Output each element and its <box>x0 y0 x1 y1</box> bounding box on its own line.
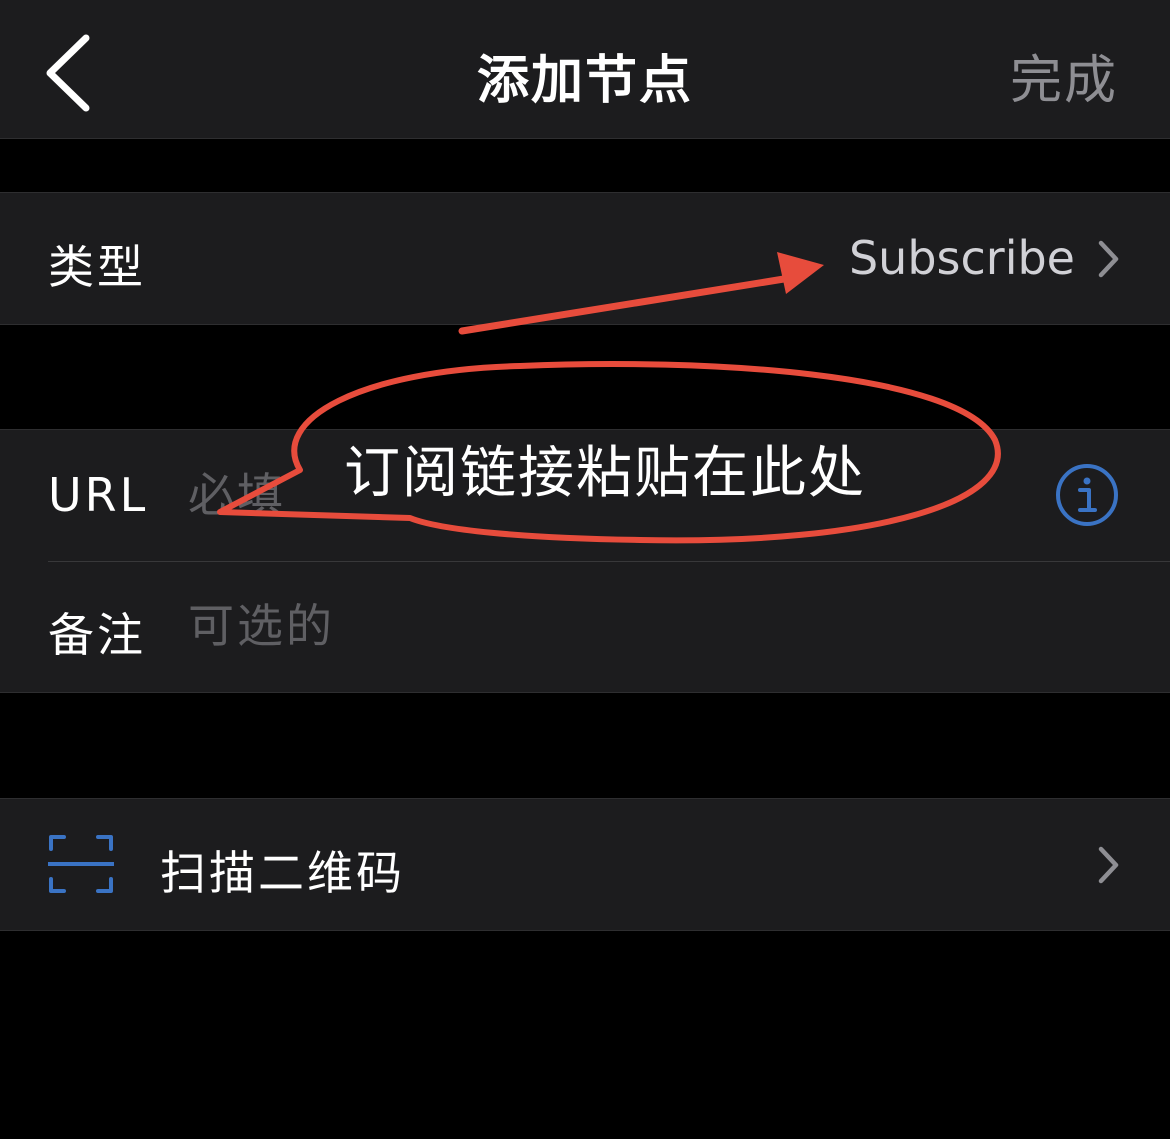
navigation-bar: 添加节点 完成 <box>0 0 1170 139</box>
scan-qr-cell[interactable]: 扫描二维码 <box>0 799 1170 930</box>
type-cell[interactable]: 类型 Subscribe <box>0 193 1170 324</box>
note-label: 备注 <box>48 608 146 662</box>
scan-qr-label: 扫描二维码 <box>160 846 405 900</box>
url-label: URL <box>48 468 149 522</box>
note-cell: 备注 <box>0 561 1170 692</box>
type-label: 类型 <box>48 240 146 294</box>
note-input[interactable] <box>188 591 1008 661</box>
chevron-right-icon <box>1098 240 1119 278</box>
type-group: 类型 Subscribe <box>0 192 1170 325</box>
add-node-screen: 添加节点 完成 类型 Subscribe URL 备注 <box>0 0 1170 1139</box>
annotation-text: 订阅链接粘贴在此处 <box>344 441 866 506</box>
scan-group: 扫描二维码 <box>0 798 1170 931</box>
done-button[interactable]: 完成 <box>1010 38 1118 113</box>
chevron-right-icon <box>1098 846 1119 884</box>
type-value: Subscribe <box>848 231 1075 285</box>
info-circle-icon[interactable] <box>1054 462 1120 528</box>
page-title: 添加节点 <box>476 51 693 111</box>
qr-scan-icon <box>48 835 114 893</box>
